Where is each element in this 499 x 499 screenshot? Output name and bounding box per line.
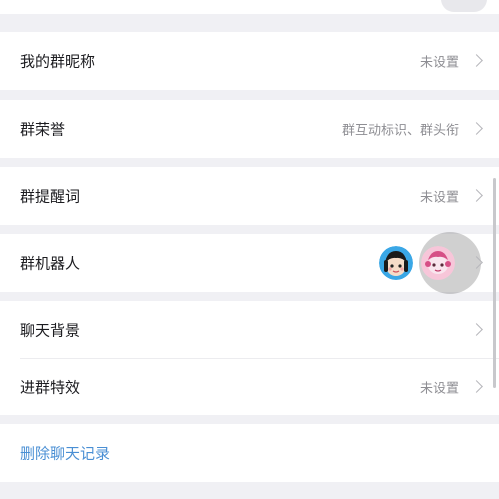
robot-avatar-pink-icon	[421, 246, 455, 280]
top-card-partial	[0, 0, 499, 14]
delete-chat-row[interactable]: 删除聊天记录	[0, 424, 499, 482]
chat-background-label: 聊天背景	[20, 321, 81, 339]
group-reminder-row[interactable]: 群提醒词 未设置	[0, 167, 499, 225]
robot-avatar-girl-icon	[379, 246, 413, 280]
chevron-right-icon	[470, 380, 483, 393]
appearance-card: 聊天背景 进群特效 未设置	[0, 301, 499, 415]
delete-chat-history-link[interactable]: 删除聊天记录	[20, 443, 110, 464]
group-honor-value: 群互动标识、群头衔	[341, 123, 459, 139]
group-reminder-value: 未设置	[419, 190, 459, 206]
toggle-switch-partial[interactable]	[441, 0, 487, 12]
chevron-right-icon	[470, 122, 483, 135]
group-effects-row[interactable]: 进群特效 未设置	[0, 359, 499, 415]
group-nickname-value: 未设置	[419, 55, 459, 71]
chevron-right-icon	[470, 189, 483, 202]
group-effects-label: 进群特效	[20, 378, 81, 397]
group-honor-row[interactable]: 群荣誉 群互动标识、群头衔	[0, 100, 499, 158]
group-settings-screen: 我的群昵称 未设置 群荣誉 群互动标识、群头衔 群提醒词 未设置 群机器人 聊天…	[0, 0, 499, 499]
group-reminder-label: 群提醒词	[20, 187, 81, 206]
chat-background-row[interactable]: 聊天背景	[0, 301, 499, 358]
group-robot-row[interactable]: 群机器人	[0, 232, 499, 294]
group-honor-label: 群荣誉	[20, 120, 66, 139]
group-nickname-label: 我的群昵称	[20, 52, 96, 71]
chevron-right-icon	[470, 322, 483, 336]
group-effects-value: 未设置	[419, 381, 459, 397]
group-robot-label: 群机器人	[20, 254, 81, 273]
chevron-right-icon	[470, 54, 483, 67]
group-nickname-row[interactable]: 我的群昵称 未设置	[0, 32, 499, 90]
scrollbar[interactable]	[493, 178, 496, 388]
